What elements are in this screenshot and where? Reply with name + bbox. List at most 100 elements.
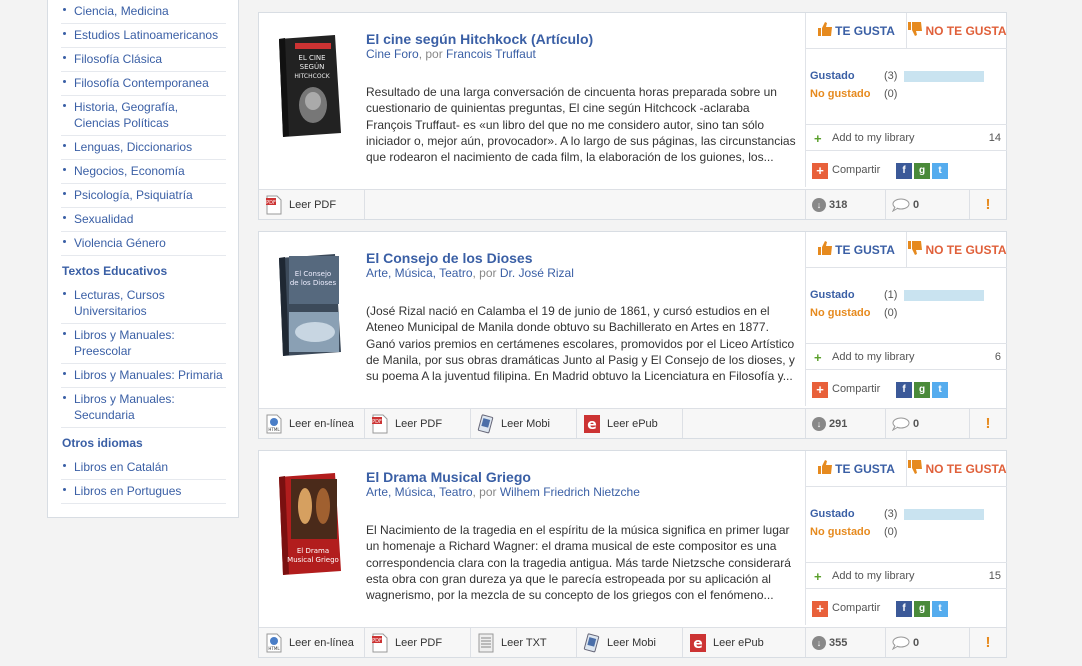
dislike-button[interactable]: NO TE GUSTA	[907, 232, 1007, 267]
read-epub-button[interactable]: e Leer ePub	[683, 628, 801, 657]
share-button[interactable]: Compartir	[832, 164, 880, 176]
sidebar-item[interactable]: Libros en Portugues	[61, 480, 226, 504]
read-mobi-button[interactable]: Leer Mobi	[471, 409, 577, 438]
sidebar-item[interactable]: Ciencia, Medicina	[61, 0, 226, 24]
sidebar-item[interactable]: Sexualidad	[61, 208, 226, 232]
like-button[interactable]: TE GUSTA	[806, 232, 907, 267]
book-cover-hitchcock: EL CINE SEGÚN HITCHCOCK	[279, 35, 341, 137]
svg-text:EL CINE: EL CINE	[298, 54, 325, 62]
sidebar-section-idiomas[interactable]: Otros idiomas	[48, 428, 238, 456]
read-pdf-button[interactable]: PDF Leer PDF	[365, 628, 471, 657]
svg-text:El Consejo: El Consejo	[295, 270, 331, 278]
vote-bar: TE GUSTA NO TE GUSTA	[806, 451, 1007, 487]
book-category-link[interactable]: Arte, Música, Teatro	[366, 485, 473, 499]
share-plus-icon[interactable]: +	[812, 601, 828, 617]
book-title[interactable]: El cine según Hitchkock (Artículo)	[366, 31, 593, 47]
svg-text:e: e	[587, 417, 597, 433]
dislike-button[interactable]: NO TE GUSTA	[907, 451, 1007, 486]
read-txt-button[interactable]: Leer TXT	[471, 628, 577, 657]
sidebar-item[interactable]: Negocios, Economía	[61, 160, 226, 184]
not-liked-row: No gustado (0)	[810, 88, 898, 100]
pdf-icon: PDF	[371, 633, 389, 653]
sidebar-item[interactable]: Filosofía Contemporanea	[61, 72, 226, 96]
book-category-link[interactable]: Cine Foro	[366, 47, 419, 61]
plus-icon: +	[814, 350, 822, 365]
add-to-library[interactable]: + Add to my library 14	[806, 125, 1007, 151]
share-row: + Compartir f g t	[806, 589, 1007, 625]
comments[interactable]: 0	[886, 628, 970, 657]
sidebar-educativos-list: Lecturas, Cursos Universitarios Libros y…	[48, 284, 238, 428]
dislike-button[interactable]: NO TE GUSTA	[907, 13, 1007, 48]
share-plus-icon[interactable]: +	[812, 382, 828, 398]
sidebar-section-educativos[interactable]: Textos Educativos	[48, 256, 238, 284]
book-cover-image[interactable]: El Consejo de los Dioses	[275, 252, 345, 358]
read-pdf-button[interactable]: PDF Leer PDF	[365, 409, 471, 438]
add-to-library[interactable]: + Add to my library 15	[806, 563, 1007, 589]
plus-icon: +	[814, 131, 822, 146]
share-row: + Compartir f g t	[806, 151, 1007, 187]
book-cover-image[interactable]: El Drama Musical Griego	[275, 471, 345, 577]
google-icon[interactable]: g	[914, 382, 930, 398]
share-plus-icon[interactable]: +	[812, 163, 828, 179]
report-button[interactable]: !	[970, 409, 1006, 438]
book-description: (José Rizal nació en Calamba el 19 de ju…	[366, 304, 795, 384]
epub-icon: e	[583, 414, 601, 434]
sidebar-item[interactable]: Lecturas, Cursos Universitarios	[61, 284, 226, 324]
book-card: EL CINE SEGÚN HITCHCOCK El cine según Hi…	[258, 12, 1007, 220]
book-title[interactable]: El Consejo de los Dioses	[366, 250, 533, 266]
sidebar-item[interactable]: Libros en Catalán	[61, 456, 226, 480]
pdf-icon: PDF	[265, 195, 283, 215]
sidebar-item[interactable]: Libros y Manuales: Secundaria	[61, 388, 226, 428]
like-button[interactable]: TE GUSTA	[806, 13, 907, 48]
facebook-icon[interactable]: f	[896, 163, 912, 179]
comments[interactable]: 0	[886, 409, 970, 438]
book-title[interactable]: El Drama Musical Griego	[366, 469, 531, 485]
book-author-link[interactable]: Francois Truffaut	[446, 47, 536, 61]
sidebar-item[interactable]: Lenguas, Diccionarios	[61, 136, 226, 160]
read-online-button[interactable]: HTML Leer en-línea	[259, 409, 365, 438]
facebook-icon[interactable]: f	[896, 601, 912, 617]
book-author-link[interactable]: Wilhem Friedrich Nietzche	[500, 485, 640, 499]
facebook-icon[interactable]: f	[896, 382, 912, 398]
book-category-link[interactable]: Arte, Música, Teatro	[366, 266, 473, 280]
twitter-icon[interactable]: t	[932, 163, 948, 179]
vote-bar: TE GUSTA NO TE GUSTA	[806, 232, 1007, 268]
svg-text:El Drama: El Drama	[297, 547, 329, 555]
google-icon[interactable]: g	[914, 163, 930, 179]
google-icon[interactable]: g	[914, 601, 930, 617]
share-button[interactable]: Compartir	[832, 602, 880, 614]
social-buttons: f g t	[896, 382, 948, 398]
category-sidebar: Ciencia, Medicina Estudios Latinoamerica…	[47, 0, 239, 518]
report-button[interactable]: !	[970, 190, 1006, 219]
svg-text:PDF: PDF	[372, 638, 382, 644]
read-online-button[interactable]: HTML Leer en-línea	[259, 628, 365, 657]
book-description: Resultado de una larga conversación de c…	[366, 85, 796, 165]
read-pdf-button[interactable]: PDF Leer PDF	[259, 190, 365, 219]
liked-bar	[904, 508, 984, 520]
sidebar-item[interactable]: Filosofía Clásica	[61, 48, 226, 72]
read-epub-button[interactable]: e Leer ePub	[577, 409, 683, 438]
report-button[interactable]: !	[970, 628, 1006, 657]
sidebar-item[interactable]: Estudios Latinoamericanos	[61, 24, 226, 48]
comment-bubble-icon	[892, 417, 910, 431]
read-mobi-button[interactable]: Leer Mobi	[577, 628, 683, 657]
downloads: ↓ 355	[806, 628, 886, 657]
downloads: ↓ 318	[806, 190, 886, 219]
book-meta: Arte, Música, Teatro, por Dr. José Rizal	[366, 266, 574, 280]
book-meta: Cine Foro, por Francois Truffaut	[366, 47, 536, 61]
book-author-link[interactable]: Dr. José Rizal	[500, 266, 574, 280]
like-button[interactable]: TE GUSTA	[806, 451, 907, 486]
sidebar-item[interactable]: Libros y Manuales: Preescolar	[61, 324, 226, 364]
twitter-icon[interactable]: t	[932, 382, 948, 398]
comments[interactable]: 0	[886, 190, 970, 219]
sidebar-item[interactable]: Libros y Manuales: Primaria	[61, 364, 226, 388]
sidebar-item[interactable]: Historia, Geografía, Ciencias Políticas	[61, 96, 226, 136]
twitter-icon[interactable]: t	[932, 601, 948, 617]
liked-bar	[904, 289, 984, 301]
book-cover-image[interactable]: EL CINE SEGÚN HITCHCOCK	[275, 33, 345, 139]
share-button[interactable]: Compartir	[832, 383, 880, 395]
thumbs-up-icon	[817, 240, 833, 259]
sidebar-item[interactable]: Violencia Género	[61, 232, 226, 256]
sidebar-item[interactable]: Psicología, Psiquiatría	[61, 184, 226, 208]
add-to-library[interactable]: + Add to my library 6	[806, 344, 1007, 370]
